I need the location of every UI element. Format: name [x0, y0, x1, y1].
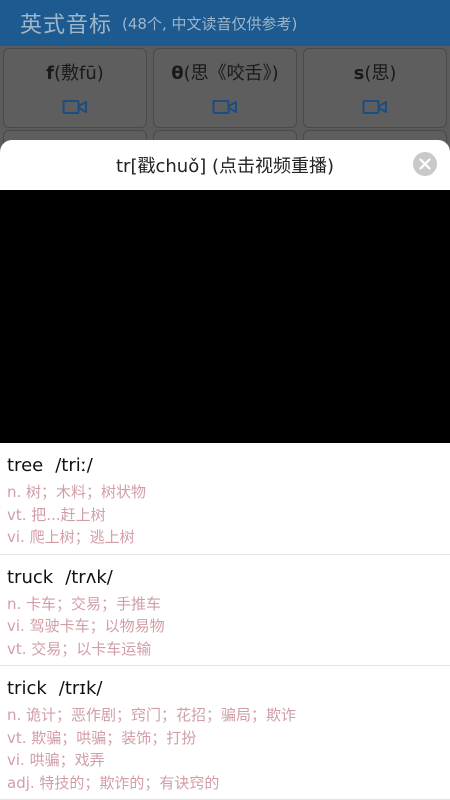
word-definition: adj. 特技的；欺诈的；有诀窍的	[7, 773, 220, 792]
word-definition: vt. 交易；以卡车运输	[7, 639, 152, 658]
word-entry-tree[interactable]: tree/triː/ n. 树；木料；树状物 vt. 把...赶上树 vi. 爬…	[0, 443, 450, 555]
word-definition: n. 诡计；恶作剧；窍门；花招；骗局；欺诈	[7, 706, 297, 724]
word-text: truck	[7, 566, 54, 588]
word-definition: n. 树；木料；树状物	[7, 483, 147, 501]
page-title: 英式音标	[20, 13, 113, 38]
word-header: tree/triː/	[7, 454, 450, 478]
sheet-title[interactable]: tr[戳chuǒ] (点击视频重播)	[0, 140, 450, 190]
video-player[interactable]	[0, 190, 450, 443]
phoneme-card-theta[interactable]: θ(思《咬舌》)	[153, 48, 297, 128]
word-entry-truck[interactable]: truck/trʌk/ n. 卡车；交易；手推车 vi. 驾驶卡车；以物易物 v…	[0, 555, 450, 666]
word-definition: vi. 爬上树；逃上树	[7, 528, 135, 546]
word-text: tree	[7, 455, 44, 476]
app-header: 英式音标 (48个, 中文读音仅供参考)	[0, 0, 450, 46]
close-button[interactable]	[413, 152, 437, 176]
close-icon	[419, 158, 431, 170]
word-phonetic: /trʌk/	[65, 566, 113, 588]
word-definition: vt. 欺骗；哄骗；装饰；打扮	[7, 728, 197, 747]
video-camera-icon	[212, 100, 237, 114]
phoneme-video-sheet: tr[戳chuǒ] (点击视频重播) tree/triː/ n. 树；木料；树状…	[0, 140, 450, 800]
word-definition: vi. 哄骗；戏弄	[7, 751, 105, 769]
phoneme-label: θ(思《咬舌》)	[171, 63, 279, 84]
video-camera-icon	[362, 100, 387, 114]
phoneme-card-s[interactable]: s(思)	[303, 48, 447, 128]
example-word-list: tree/triː/ n. 树；木料；树状物 vt. 把...赶上树 vi. 爬…	[0, 443, 450, 800]
phoneme-card-f[interactable]: f(敷fū)	[3, 48, 147, 128]
word-header: trick/trɪk/	[7, 677, 450, 701]
page-subtitle: (48个, 中文读音仅供参考)	[122, 14, 298, 33]
word-definition: n. 卡车；交易；手推车	[7, 594, 162, 613]
video-camera-icon	[62, 100, 87, 114]
word-definition: vi. 驾驶卡车；以物易物	[7, 617, 165, 635]
word-header: truck/trʌk/	[7, 566, 450, 590]
phoneme-grid: f(敷fū) θ(思《咬舌》) s(思)	[0, 48, 450, 160]
word-definition: vt. 把...赶上树	[7, 505, 106, 524]
word-phonetic: /triː/	[55, 455, 93, 476]
word-phonetic: /trɪk/	[58, 678, 103, 699]
word-text: trick	[7, 678, 47, 699]
word-entry-trick[interactable]: trick/trɪk/ n. 诡计；恶作剧；窍门；花招；骗局；欺诈 vt. 欺骗…	[0, 666, 450, 800]
phoneme-label: s(思)	[353, 63, 397, 84]
phoneme-label: f(敷fū)	[46, 63, 104, 84]
